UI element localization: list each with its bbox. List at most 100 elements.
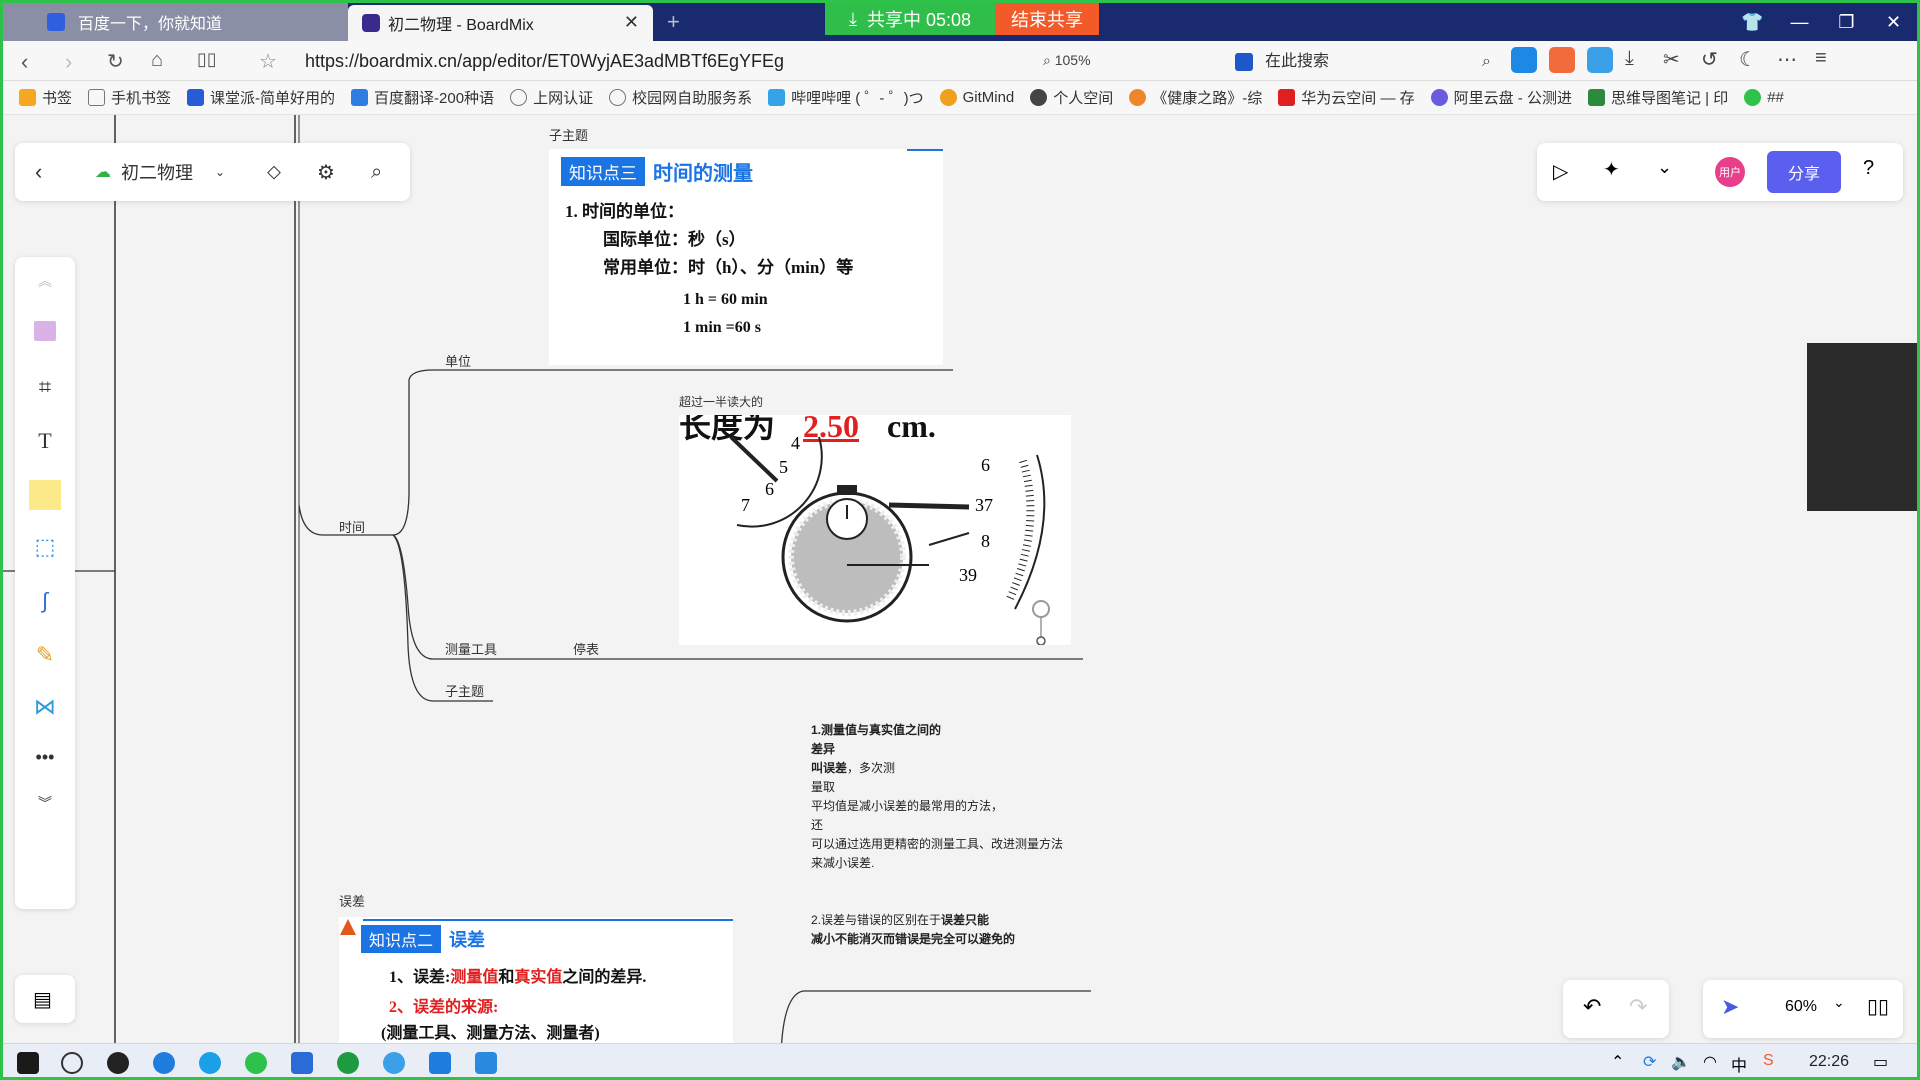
browser-active-icon[interactable] — [383, 1052, 405, 1074]
kingsoft-icon[interactable] — [291, 1052, 313, 1074]
frame-icon[interactable]: ⌗ — [29, 371, 61, 403]
meeting-icon[interactable] — [475, 1052, 497, 1074]
forward-icon[interactable]: › — [65, 49, 72, 75]
tray-chevron-icon[interactable]: ⌃ — [1611, 1052, 1624, 1072]
sync-icon[interactable]: ⟳ — [1643, 1052, 1656, 1072]
knowledge-card-time[interactable]: 知识点三 时间的测量 1. 时间的单位： 国际单位：秒（s） 常用单位：时（h）… — [549, 149, 943, 365]
moon-icon[interactable]: ☾ — [1739, 47, 1765, 73]
bookmark-item[interactable]: 华为云空间 — 存 — [1278, 87, 1415, 108]
present-icon[interactable]: ▷ — [1553, 159, 1568, 184]
new-tab-icon[interactable]: + — [667, 9, 680, 35]
celebrate-icon[interactable]: ✦ — [1603, 157, 1620, 182]
branch-label-time[interactable]: 时间 — [339, 517, 365, 536]
bookmark-item[interactable]: 书签 — [19, 87, 72, 108]
search-input[interactable]: 在此搜索 ⌕ — [1235, 49, 1491, 75]
tab-boardmix[interactable]: 初二物理 - BoardMix ✕ — [348, 5, 653, 41]
branch-label-unit[interactable]: 单位 — [445, 351, 471, 370]
url-field[interactable]: https://boardmix.cn/app/editor/ET0WyjAE3… — [305, 51, 784, 72]
more-icon[interactable]: ⋯ — [1777, 47, 1803, 73]
bookmark-item[interactable]: 阿里云盘 - 公测进 — [1430, 87, 1572, 108]
skin-icon[interactable]: 👕 — [1729, 3, 1776, 41]
pointer-icon[interactable]: ➤ — [1721, 994, 1739, 1020]
subtopic-label[interactable]: 子主题 — [549, 125, 588, 144]
download-icon[interactable]: ⤓ — [1625, 47, 1651, 73]
avatar[interactable]: 用户 — [1715, 157, 1745, 187]
settings-icon[interactable]: ⚙ — [317, 160, 335, 185]
reading-icon[interactable]: ▯▯ — [197, 49, 217, 70]
start-icon[interactable] — [17, 1052, 39, 1074]
scissors-icon[interactable]: ✂ — [1663, 47, 1689, 73]
back-icon[interactable]: ‹ — [35, 159, 42, 185]
branch-label-stopwatch[interactable]: 停表 — [573, 639, 599, 658]
stopwatch-image[interactable]: 长度为 2.50 cm. 4 5 6 7 6 37 8 39 — [679, 415, 1071, 645]
bookmark-item[interactable]: ## — [1744, 89, 1784, 106]
connector-icon[interactable]: ∫ — [29, 585, 61, 617]
bookmark-item[interactable]: GitMind — [939, 89, 1014, 106]
tab-baidu[interactable]: 百度一下，你就知道 — [3, 3, 348, 41]
zoom-level[interactable]: 60% — [1785, 998, 1817, 1016]
more-icon[interactable]: ••• — [29, 741, 61, 773]
knowledge-card-error[interactable]: 知识点二 误差 1、误差:测量值和真实值之间的差异. 2、误差的来源: (测量工… — [339, 917, 733, 1043]
bookmark-item[interactable]: 个人空间 — [1030, 87, 1113, 108]
notification-icon[interactable]: ▭ — [1873, 1052, 1888, 1072]
home-icon[interactable]: ⌂ — [151, 49, 163, 72]
volume-icon[interactable]: 🔈 — [1671, 1052, 1691, 1072]
close-window-icon[interactable]: ✕ — [1870, 3, 1917, 41]
bookmark-item[interactable]: 课堂派-简单好用的 — [187, 87, 335, 108]
expand-icon[interactable]: ⌄ — [1657, 157, 1672, 178]
close-tab-icon[interactable]: ✕ — [624, 12, 639, 33]
restore-icon[interactable]: ❐ — [1823, 3, 1870, 41]
clock[interactable]: 22:26 — [1809, 1053, 1849, 1071]
reload-icon[interactable]: ↻ — [107, 49, 124, 74]
tag-icon[interactable]: ⬦ — [267, 161, 281, 184]
note-label[interactable]: 超过一半读大的 — [679, 393, 763, 410]
bookmark-item[interactable]: 百度翻译-200种语 — [351, 87, 494, 108]
template-icon[interactable] — [29, 315, 61, 347]
share-button[interactable]: 分享 — [1767, 151, 1841, 193]
sticky-note-icon[interactable] — [29, 479, 61, 511]
undo-icon[interactable]: ↶ — [1583, 994, 1601, 1020]
help-icon[interactable]: ? — [1863, 157, 1874, 180]
bookmark-item[interactable]: 手机书签 — [88, 87, 171, 108]
branch-label-tool[interactable]: 测量工具 — [445, 639, 497, 658]
pen-icon[interactable]: ✎ — [29, 639, 61, 671]
search-icon[interactable] — [61, 1052, 83, 1074]
search-icon[interactable]: ⌕ — [1482, 49, 1491, 75]
back-icon[interactable]: ‹ — [21, 49, 28, 75]
menu-icon[interactable]: ≡ — [1815, 47, 1841, 73]
shape-icon[interactable]: ⬚ — [29, 531, 61, 563]
app-tray-icon[interactable]: S — [1763, 1052, 1774, 1070]
branch-label-subtopic[interactable]: 子主题 — [445, 681, 484, 700]
translate-icon[interactable] — [1549, 47, 1575, 73]
history-icon[interactable]: ↺ — [1701, 47, 1727, 73]
ime-icon[interactable]: 中 — [1731, 1052, 1747, 1076]
star-icon[interactable]: ☆ — [259, 49, 277, 74]
app-icon[interactable] — [337, 1052, 359, 1074]
browser-icon[interactable] — [199, 1052, 221, 1074]
search-icon[interactable]: ⌕ — [371, 161, 382, 184]
wechat-icon[interactable] — [245, 1052, 267, 1074]
page-zoom[interactable]: ⌕ 105% — [1043, 52, 1091, 69]
end-share-button[interactable]: 结束共享 — [995, 3, 1099, 35]
qq-icon[interactable] — [107, 1052, 129, 1074]
book-icon[interactable]: ▯▯ — [1867, 994, 1889, 1019]
error-note-text-2[interactable]: 2.误差与错误的区别在于误差只能 减小不能消灭而错误是完全可以避免的 — [811, 911, 1111, 949]
chevron-down-icon[interactable]: ⌄ — [215, 165, 225, 179]
bookmark-item[interactable]: 校园网自助服务系 — [609, 87, 752, 108]
app-icon[interactable] — [429, 1052, 451, 1074]
board-name[interactable]: 初二物理 — [121, 159, 193, 185]
collapse-up-icon[interactable]: ︽ — [29, 265, 61, 297]
wifi-icon[interactable]: ◠ — [1703, 1052, 1717, 1072]
error-note-text[interactable]: 1.测量值与真实值之间的 差异 叫误差，多次测 量取 平均值是减小误差的最常用的… — [811, 721, 1111, 873]
whiteboard-canvas[interactable]: 子主题 知识点三 时间的测量 1. 时间的单位： 国际单位：秒（s） 常用单位：… — [3, 115, 1917, 1043]
bookmark-item[interactable]: 思维导图笔记 | 印 — [1587, 87, 1728, 108]
bookmark-item[interactable]: 《健康之路》-综 — [1129, 87, 1262, 108]
edge-icon[interactable] — [153, 1052, 175, 1074]
redo-icon[interactable]: ↷ — [1629, 994, 1647, 1020]
branch-label-error[interactable]: 误差 — [339, 891, 365, 910]
bookmark-item[interactable]: 上网认证 — [510, 87, 593, 108]
bookmark-item[interactable]: 哔哩哔哩 ( ゜- ゜)つ — [768, 87, 924, 108]
minimap-button[interactable]: ▤ — [15, 975, 75, 1023]
extension-icon[interactable] — [1511, 47, 1537, 73]
text-icon[interactable]: T — [29, 425, 61, 457]
